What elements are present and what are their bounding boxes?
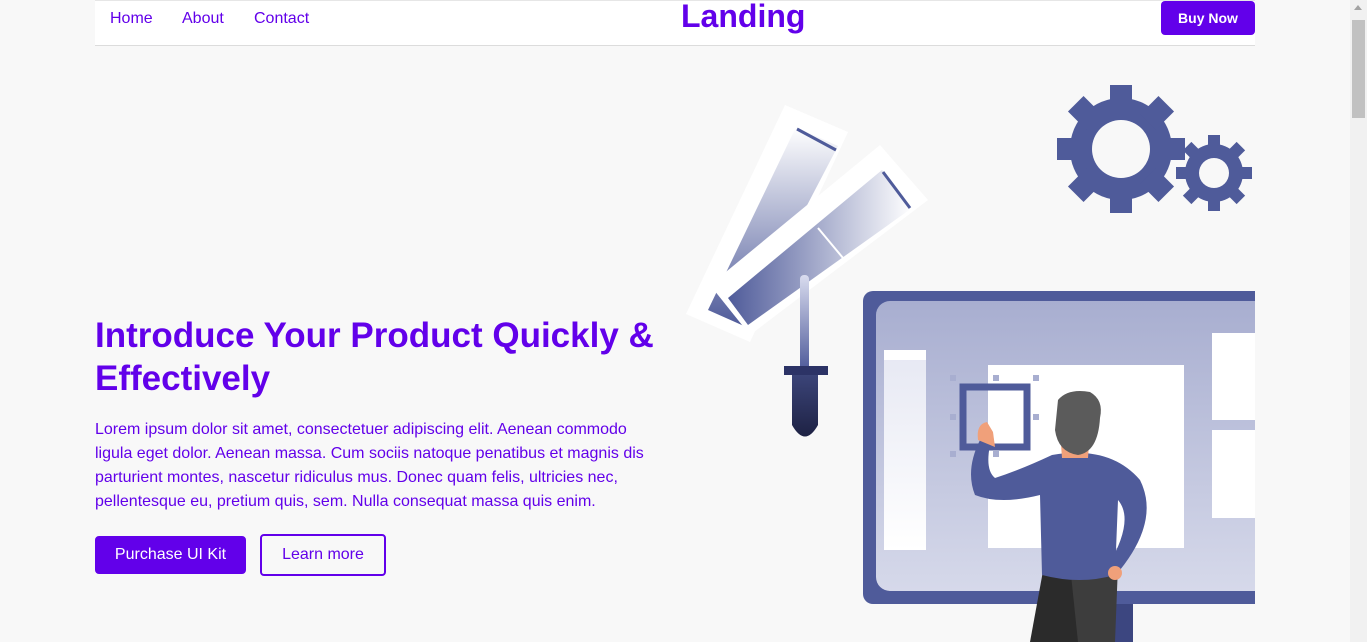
hero-illustration: [686, 85, 1255, 642]
nav-link-about[interactable]: About: [182, 10, 224, 28]
hero-description: Lorem ipsum dolor sit amet, consectetuer…: [95, 421, 644, 510]
nav-link-contact[interactable]: Contact: [254, 10, 309, 28]
purchase-ui-kit-button[interactable]: Purchase UI Kit: [95, 536, 246, 574]
scrollbar-thumb[interactable]: [1352, 20, 1365, 118]
brand-logo[interactable]: Landing: [681, 0, 805, 35]
hero-title: Introduce Your Product Quickly & Effecti…: [95, 316, 654, 398]
top-navbar: Home About Contact Landing Buy Now: [95, 0, 1255, 46]
buy-now-button[interactable]: Buy Now: [1161, 1, 1255, 35]
landing-page: Home About Contact Landing Buy Now Intro…: [0, 0, 1350, 642]
learn-more-button[interactable]: Learn more: [260, 534, 386, 576]
nav-link-home[interactable]: Home: [110, 10, 153, 28]
gear-icon: [1057, 85, 1252, 213]
scroll-up-arrow-icon[interactable]: [1354, 5, 1362, 10]
vertical-scrollbar[interactable]: [1350, 0, 1367, 642]
